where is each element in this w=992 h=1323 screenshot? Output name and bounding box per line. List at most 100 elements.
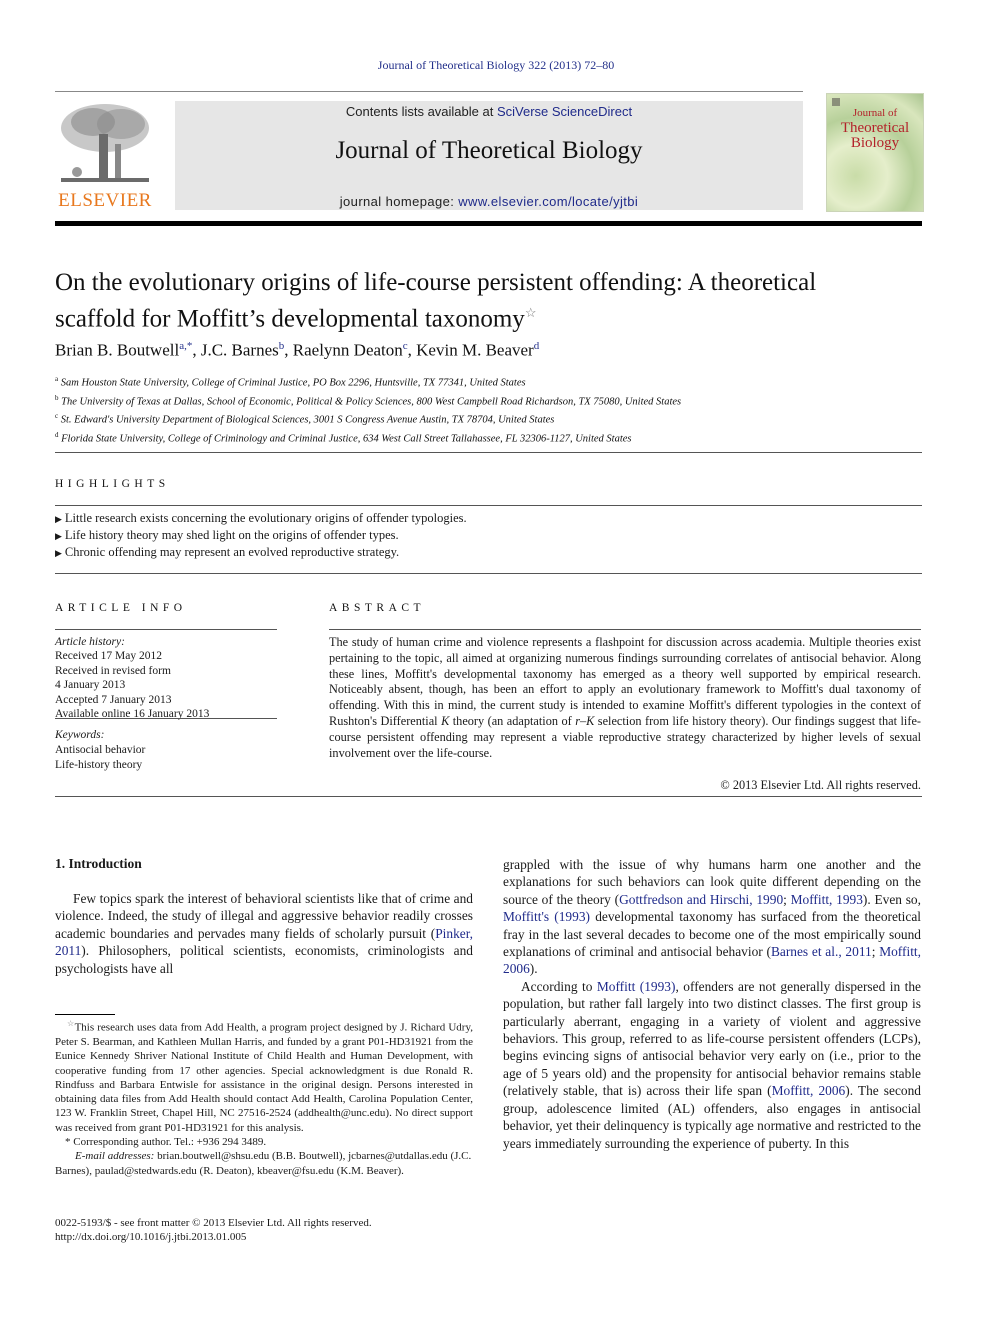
homepage-prefix: journal homepage: [339,194,459,209]
history-item: Accepted 7 January 2013 [55,693,172,706]
highlight-item: ▶ Life history theory may shed light on t… [55,527,925,544]
footnote-star-icon: ☆ [67,1019,75,1028]
highlights-list: ▶ Little research exists concerning the e… [55,510,925,561]
text: ; [783,891,791,907]
author-affil-mark[interactable]: a,* [179,340,192,352]
author-name: Brian B. Boutwell [55,340,180,360]
journal-masthead: Contents lists available at SciVerse Sci… [175,101,803,210]
journal-citation[interactable]: Journal of Theoretical Biology 322 (2013… [0,58,992,73]
doi-link[interactable]: http://dx.doi.org/10.1016/j.jtbi.2013.01… [55,1230,473,1244]
masthead-top-rule [55,91,803,92]
history-item: Received in revised form [55,664,171,677]
affiliation-text: Sam Houston State University, College of… [60,377,526,389]
title-line-2: scaffold for Moffitt’s developmental tax… [55,305,525,333]
citation-link[interactable]: Moffitt, 2006 [772,1083,846,1098]
footnote-rule [55,1014,115,1015]
divider [55,718,277,719]
paragraph: grappled with the issue of why humans ha… [503,856,921,978]
citation-link[interactable]: Moffitt (1993) [597,979,676,994]
homepage-link[interactable]: www.elsevier.com/locate/yjtbi [458,194,638,209]
citation-link[interactable]: Gottfredson and Hirschi, 1990 [619,892,783,907]
text: Few topics spark the interest of behavio… [55,891,473,941]
highlight-text: Chronic offending may represent an evolv… [64,545,400,559]
cover-title-line3: Biology [850,135,900,151]
abstract-heading: ABSTRACT [329,602,426,614]
front-matter: 0022-5193/$ - see front matter © 2013 El… [55,1216,473,1245]
citation-link[interactable]: Moffitt's (1993) [503,909,590,924]
author-name: Raelynn Deaton [292,340,403,360]
author-affil-mark[interactable]: b [279,340,285,352]
cover-publisher-badge-icon [832,98,840,106]
history-label: Article history: [55,636,125,648]
footnotes: ☆This research uses data from Add Health… [55,1017,473,1178]
author-name: J.C. Barnes [200,340,279,360]
abstract-text: The study of human crime and violence re… [329,635,921,761]
article-info-heading: ARTICLE INFO [55,602,187,614]
affiliation: a Sam Houston State University, College … [55,372,925,391]
author-affil-mark[interactable]: c [403,340,408,352]
text: , offenders are not generally dispersed … [503,978,921,1099]
footnote-text: This research uses data from Add Health,… [55,1021,474,1134]
triangle-bullet-icon: ▶ [55,531,62,541]
keywords: Keywords: Antisocial behavior Life-histo… [55,728,277,772]
abstract-segment: theory (an adaptation of [449,713,576,728]
paragraph: Few topics spark the interest of behavio… [55,890,473,977]
citation-link[interactable]: Barnes et al., 2011 [771,944,872,959]
email-label: E-mail addresses: [75,1150,155,1163]
contents-prefix: Contents lists available at [345,104,497,119]
sciencedirect-link[interactable]: SciVerse ScienceDirect [497,104,632,119]
affiliation: d Florida State University, College of C… [55,428,925,447]
divider [55,573,922,574]
journal-cover-thumbnail[interactable]: Journal of Theoretical Biology [826,93,924,212]
footnote-text: Corresponding author. Tel.: +936 294 348… [73,1136,267,1149]
article-title: On the evolutionary origins of life-cour… [55,268,925,334]
body-column-left: Few topics spark the interest of behavio… [55,890,473,977]
citation-link[interactable]: Moffitt, 1993 [791,892,863,907]
masthead-bottom-rule [55,221,922,226]
paragraph: According to Moffitt (1993), offenders a… [503,978,921,1152]
divider [55,452,922,453]
text: According to [521,978,597,994]
footnote-asterisk: * [65,1136,71,1149]
section-heading: 1. Introduction [55,856,142,871]
affiliation-mark: a [55,375,59,383]
issn-line: 0022-5193/$ - see front matter © 2013 El… [55,1217,372,1229]
email-footnote: E-mail addresses: brian.boutwell@shsu.ed… [55,1149,473,1178]
highlights-heading: HIGHLIGHTS [55,478,170,490]
elsevier-wordmark: ELSEVIER [58,190,152,211]
history-item: Received 17 May 2012 [55,650,162,663]
elsevier-logo[interactable]: ELSEVIER [55,100,155,212]
abstract-italic: r–K [575,713,595,728]
title-footnote-star-icon[interactable]: ☆ [525,305,537,320]
text: ). Even so, [862,891,921,907]
triangle-bullet-icon: ▶ [55,514,62,524]
divider [329,629,921,630]
keyword: Antisocial behavior [55,743,146,756]
affiliation-text: St. Edward's University Department of Bi… [60,414,555,426]
affiliation-text: Florida State University, College of Cri… [61,433,632,445]
cover-title: Journal of Theoretical Biology [827,106,923,151]
author-name: Kevin M. Beaver [416,340,534,360]
keywords-label: Keywords: [55,729,105,741]
affiliation: c St. Edward's University Department of … [55,409,925,428]
divider [55,505,922,506]
homepage-line: journal homepage: www.elsevier.com/locat… [175,194,803,209]
highlight-text: Little research exists concerning the ev… [64,511,467,525]
cover-title-line1: Journal of [852,107,898,119]
corresponding-footnote: * Corresponding author. Tel.: +936 294 3… [55,1135,473,1149]
author-affil-mark[interactable]: d [534,340,540,352]
history-item: 4 January 2013 [55,679,126,692]
contents-line: Contents lists available at SciVerse Sci… [175,104,803,119]
keyword: Life-history theory [55,758,143,771]
triangle-bullet-icon: ▶ [55,548,62,558]
affiliation-mark: b [55,393,59,402]
title-line-1: On the evolutionary origins of life-cour… [55,269,817,296]
abstract-copyright: © 2013 Elsevier Ltd. All rights reserved… [720,778,921,792]
highlight-item: ▶ Chronic offending may represent an evol… [55,544,925,561]
funding-footnote: ☆This research uses data from Add Health… [55,1017,473,1135]
affiliation-mark: d [55,431,59,440]
highlight-text: Life history theory may shed light on th… [64,528,399,542]
history-item: Available online 16 January 2013 [55,708,210,721]
affiliation-text: The University of Texas at Dallas, Schoo… [61,396,682,408]
cover-title-line2: Theoretical [840,120,910,136]
